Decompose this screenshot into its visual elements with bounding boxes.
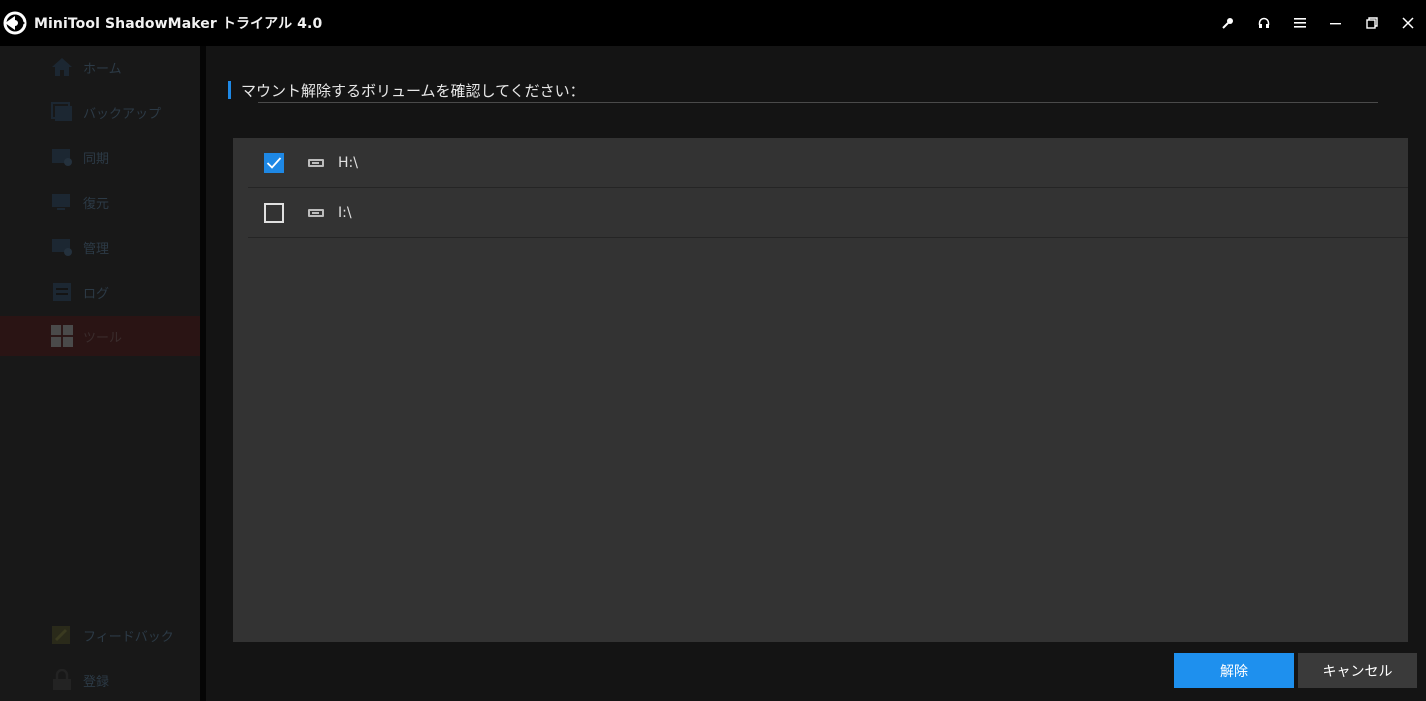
sidebar-item-label: 登録 bbox=[83, 674, 110, 690]
volume-checkbox[interactable] bbox=[264, 152, 284, 173]
sidebar-item-label: 同期 bbox=[83, 151, 110, 167]
volume-list-panel: H:\ I:\ bbox=[233, 138, 1408, 642]
sidebar-item-label: フィードバック bbox=[83, 629, 174, 645]
sidebar-item-label: ログ bbox=[83, 286, 110, 302]
volume-label: I:\ bbox=[338, 204, 352, 221]
sidebar-item-label: 管理 bbox=[83, 241, 110, 257]
sidebar: ホーム バックアップ 同期 復元 管理 ログ ツール フィードバック 登録 bbox=[0, 46, 200, 701]
backup-icon bbox=[51, 101, 73, 123]
list-item[interactable]: I:\ bbox=[248, 188, 1408, 238]
main-content: マウント解除するボリュームを確認してください： H:\ I:\ 解除 キャンセル bbox=[206, 46, 1426, 701]
sidebar-item-sync[interactable]: 同期 bbox=[0, 137, 200, 177]
menu-icon[interactable] bbox=[1282, 0, 1318, 46]
sidebar-item-home[interactable]: ホーム bbox=[0, 47, 200, 87]
headset-icon[interactable] bbox=[1246, 0, 1282, 46]
page-title: マウント解除するボリュームを確認してください： bbox=[241, 82, 585, 100]
cancel-button[interactable]: キャンセル bbox=[1298, 653, 1417, 688]
minimize-icon[interactable] bbox=[1318, 0, 1354, 46]
checkmark-icon bbox=[266, 156, 282, 169]
volume-checkbox[interactable] bbox=[264, 202, 284, 223]
volume-label: H:\ bbox=[338, 154, 358, 171]
sidebar-item-feedback[interactable]: フィードバック bbox=[0, 615, 200, 655]
restore-icon bbox=[51, 191, 73, 213]
app-logo-icon bbox=[1, 9, 29, 37]
restore-icon[interactable] bbox=[1354, 0, 1390, 46]
sidebar-item-register[interactable]: 登録 bbox=[0, 660, 200, 700]
log-icon bbox=[51, 281, 73, 303]
drive-icon bbox=[308, 158, 324, 167]
sidebar-item-backup[interactable]: バックアップ bbox=[0, 92, 200, 132]
sidebar-item-label: ホーム bbox=[83, 61, 122, 77]
title-bar: MiniTool ShadowMaker トライアル 4.0 bbox=[0, 0, 1426, 46]
sidebar-item-tools[interactable]: ツール bbox=[0, 316, 200, 356]
sidebar-item-label: 復元 bbox=[83, 196, 110, 212]
key-icon[interactable] bbox=[1210, 0, 1246, 46]
heading-accent bbox=[228, 81, 231, 99]
sidebar-item-restore[interactable]: 復元 bbox=[0, 182, 200, 222]
lock-icon bbox=[51, 669, 73, 691]
sidebar-item-label: ツール bbox=[83, 330, 123, 346]
sync-icon bbox=[51, 146, 73, 168]
list-item[interactable]: H:\ bbox=[248, 138, 1408, 188]
window-controls bbox=[1210, 0, 1426, 46]
app-title: MiniTool ShadowMaker トライアル 4.0 bbox=[34, 16, 323, 32]
drive-icon bbox=[308, 208, 324, 217]
sidebar-item-manage[interactable]: 管理 bbox=[0, 227, 200, 267]
sidebar-item-log[interactable]: ログ bbox=[0, 272, 200, 312]
feedback-icon bbox=[51, 624, 73, 646]
home-icon bbox=[51, 56, 73, 78]
tools-icon bbox=[51, 325, 73, 347]
sidebar-item-label: バックアップ bbox=[83, 106, 162, 122]
manage-icon bbox=[51, 236, 73, 258]
heading-underline bbox=[258, 102, 1378, 103]
close-icon[interactable] bbox=[1390, 0, 1426, 46]
unmount-button[interactable]: 解除 bbox=[1174, 653, 1294, 688]
